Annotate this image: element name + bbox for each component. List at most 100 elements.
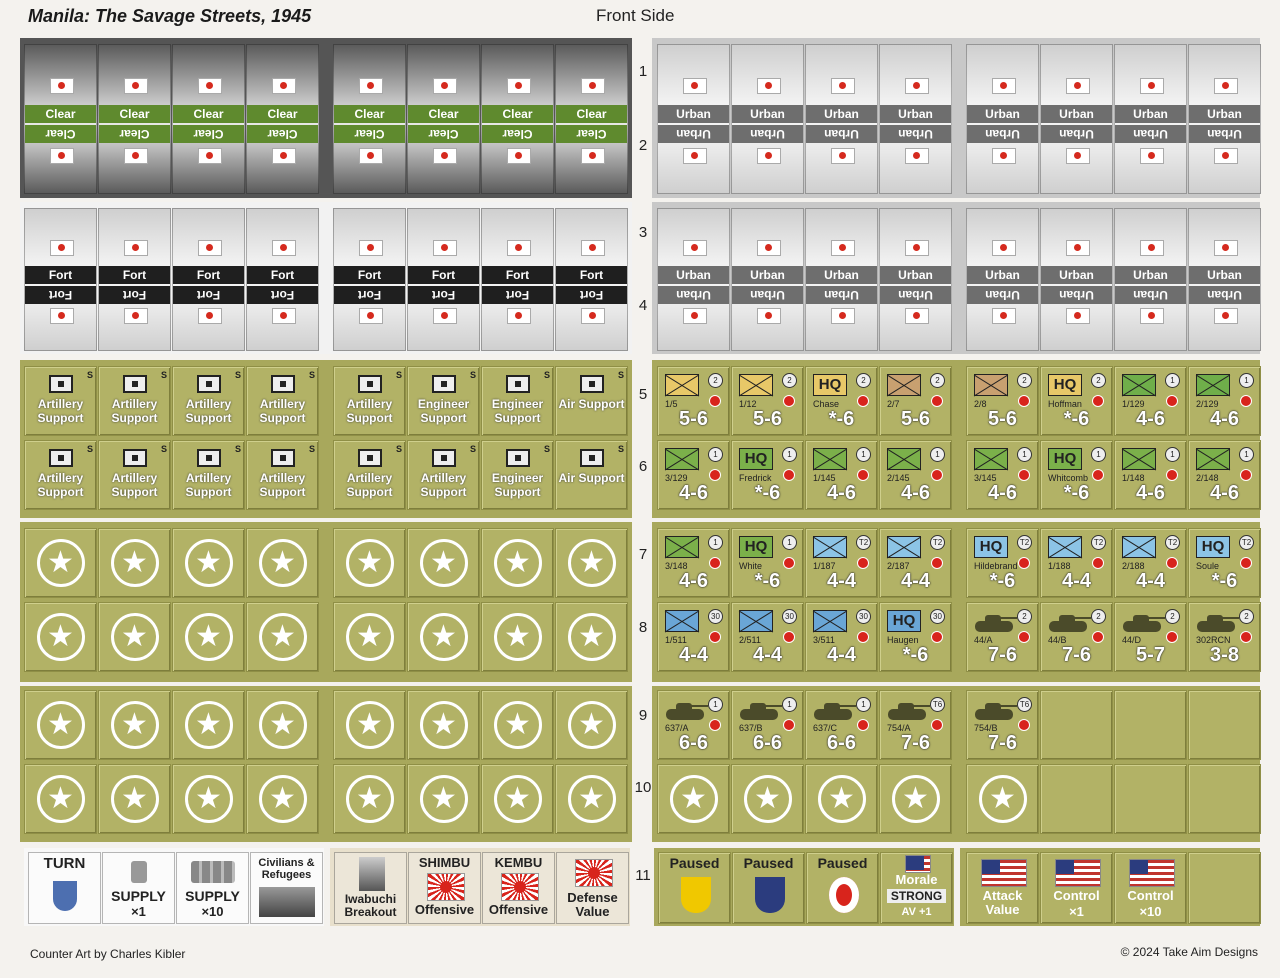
unit-counter[interactable]: HQ T2 Hildebrand *-6 <box>966 528 1039 598</box>
star-counter[interactable]: ★ <box>481 602 554 672</box>
star-counter[interactable]: ★ <box>333 528 406 598</box>
terrain-counter-fort[interactable]: Fort Fort <box>555 208 628 351</box>
star-counter[interactable]: ★ <box>481 690 554 760</box>
star-counter[interactable]: ★ <box>246 690 319 760</box>
turn-marker[interactable]: TURN <box>28 852 101 924</box>
star-counter[interactable]: ★ <box>879 764 952 834</box>
star-counter[interactable]: ★ <box>333 764 406 834</box>
terrain-counter-urban[interactable]: Urban Urban <box>879 44 952 194</box>
terrain-counter-fort[interactable]: Fort Fort <box>172 208 245 351</box>
unit-counter[interactable]: T6 754/A 7-6 <box>879 690 952 760</box>
paused-marker[interactable]: Paused <box>658 852 731 924</box>
unit-counter[interactable]: HQ 2 Chase *-6 <box>805 366 878 436</box>
star-counter[interactable]: ★ <box>24 690 97 760</box>
unit-counter[interactable]: 1 637/A 6-6 <box>657 690 730 760</box>
terrain-counter-clear[interactable]: Clear Clear <box>98 44 171 194</box>
unit-counter[interactable]: T2 1/188 4-4 <box>1040 528 1113 598</box>
terrain-counter-fort[interactable]: Fort Fort <box>481 208 554 351</box>
star-counter[interactable]: ★ <box>24 528 97 598</box>
star-counter[interactable]: ★ <box>481 764 554 834</box>
terrain-counter-urban[interactable]: Urban Urban <box>805 44 878 194</box>
support-counter[interactable]: S Engineer Support <box>481 366 554 436</box>
unit-counter[interactable]: 30 1/511 4-4 <box>657 602 730 672</box>
support-counter[interactable]: S Artillery Support <box>333 366 406 436</box>
civilians-marker[interactable]: Civilians & Refugees <box>250 852 323 924</box>
support-counter[interactable]: S Artillery Support <box>24 366 97 436</box>
terrain-counter-fort[interactable]: Fort Fort <box>407 208 480 351</box>
star-counter[interactable]: ★ <box>24 602 97 672</box>
star-counter[interactable]: ★ <box>172 602 245 672</box>
star-counter[interactable]: ★ <box>966 764 1039 834</box>
terrain-counter-urban[interactable]: Urban Urban <box>657 44 730 194</box>
kembu-marker[interactable]: KEMBU Offensive <box>482 852 555 924</box>
terrain-counter-urban[interactable]: Urban Urban <box>731 208 804 351</box>
terrain-counter-urban[interactable]: Urban Urban <box>1040 44 1113 194</box>
unit-counter[interactable]: 2 2/7 5-6 <box>879 366 952 436</box>
support-counter[interactable]: S Artillery Support <box>98 440 171 510</box>
unit-counter[interactable]: T6 754/B 7-6 <box>966 690 1039 760</box>
star-counter[interactable]: ★ <box>98 764 171 834</box>
support-counter[interactable]: S Engineer Support <box>407 366 480 436</box>
supply-x1-marker[interactable]: SUPPLY ×1 <box>102 852 175 924</box>
unit-counter[interactable]: HQ 1 Whitcomb *-6 <box>1040 440 1113 510</box>
paused-marker[interactable]: Paused <box>806 852 879 924</box>
terrain-counter-clear[interactable]: Clear Clear <box>172 44 245 194</box>
support-counter[interactable]: S Air Support <box>555 366 628 436</box>
star-counter[interactable]: ★ <box>555 528 628 598</box>
unit-counter[interactable]: 2 1/5 5-6 <box>657 366 730 436</box>
supply-x10-marker[interactable]: SUPPLY ×10 <box>176 852 249 924</box>
unit-counter[interactable]: 30 2/511 4-4 <box>731 602 804 672</box>
morale-marker[interactable]: Morale STRONG AV +1 <box>880 852 953 924</box>
star-counter[interactable]: ★ <box>98 690 171 760</box>
unit-counter[interactable]: 1 637/C 6-6 <box>805 690 878 760</box>
support-counter[interactable]: S Artillery Support <box>172 366 245 436</box>
unit-counter[interactable]: 1 3/129 4-6 <box>657 440 730 510</box>
star-counter[interactable]: ★ <box>555 690 628 760</box>
attack-value-marker[interactable]: Attack Value <box>966 852 1039 924</box>
star-counter[interactable]: ★ <box>555 602 628 672</box>
unit-counter[interactable]: 2 302RCN 3-8 <box>1188 602 1261 672</box>
terrain-counter-clear[interactable]: Clear Clear <box>407 44 480 194</box>
paused-marker[interactable]: Paused <box>732 852 805 924</box>
unit-counter[interactable]: 1 637/B 6-6 <box>731 690 804 760</box>
terrain-counter-urban[interactable]: Urban Urban <box>805 208 878 351</box>
unit-counter[interactable]: 1 3/145 4-6 <box>966 440 1039 510</box>
star-counter[interactable]: ★ <box>657 764 730 834</box>
unit-counter[interactable]: 2 44/D 5-7 <box>1114 602 1187 672</box>
terrain-counter-fort[interactable]: Fort Fort <box>24 208 97 351</box>
terrain-counter-urban[interactable]: Urban Urban <box>1188 208 1261 351</box>
terrain-counter-urban[interactable]: Urban Urban <box>1114 44 1187 194</box>
unit-counter[interactable]: 1 2/148 4-6 <box>1188 440 1261 510</box>
terrain-counter-urban[interactable]: Urban Urban <box>1188 44 1261 194</box>
unit-counter[interactable]: T2 1/187 4-4 <box>805 528 878 598</box>
terrain-counter-urban[interactable]: Urban Urban <box>1114 208 1187 351</box>
support-counter[interactable]: S Artillery Support <box>333 440 406 510</box>
unit-counter[interactable]: 1 1/145 4-6 <box>805 440 878 510</box>
support-counter[interactable]: S Artillery Support <box>98 366 171 436</box>
terrain-counter-fort[interactable]: Fort Fort <box>246 208 319 351</box>
star-counter[interactable]: ★ <box>98 528 171 598</box>
unit-counter[interactable]: HQ 1 Fredrick *-6 <box>731 440 804 510</box>
support-counter[interactable]: S Engineer Support <box>481 440 554 510</box>
star-counter[interactable]: ★ <box>805 764 878 834</box>
unit-counter[interactable]: T2 2/187 4-4 <box>879 528 952 598</box>
star-counter[interactable]: ★ <box>246 764 319 834</box>
control-x10-marker[interactable]: Control ×10 <box>1114 852 1187 924</box>
star-counter[interactable]: ★ <box>98 602 171 672</box>
unit-counter[interactable]: 1 1/148 4-6 <box>1114 440 1187 510</box>
terrain-counter-fort[interactable]: Fort Fort <box>333 208 406 351</box>
terrain-counter-clear[interactable]: Clear Clear <box>481 44 554 194</box>
support-counter[interactable]: S Artillery Support <box>172 440 245 510</box>
star-counter[interactable]: ★ <box>481 528 554 598</box>
star-counter[interactable]: ★ <box>246 602 319 672</box>
support-counter[interactable]: S Artillery Support <box>24 440 97 510</box>
unit-counter[interactable]: 2 44/B 7-6 <box>1040 602 1113 672</box>
support-counter[interactable]: S Artillery Support <box>246 366 319 436</box>
iwabuchi-marker[interactable]: Iwabuchi Breakout <box>334 852 407 924</box>
unit-counter[interactable]: 30 3/511 4-4 <box>805 602 878 672</box>
terrain-counter-urban[interactable]: Urban Urban <box>1040 208 1113 351</box>
terrain-counter-clear[interactable]: Clear Clear <box>246 44 319 194</box>
unit-counter[interactable]: T2 2/188 4-4 <box>1114 528 1187 598</box>
unit-counter[interactable]: 1 2/129 4-6 <box>1188 366 1261 436</box>
star-counter[interactable]: ★ <box>246 528 319 598</box>
